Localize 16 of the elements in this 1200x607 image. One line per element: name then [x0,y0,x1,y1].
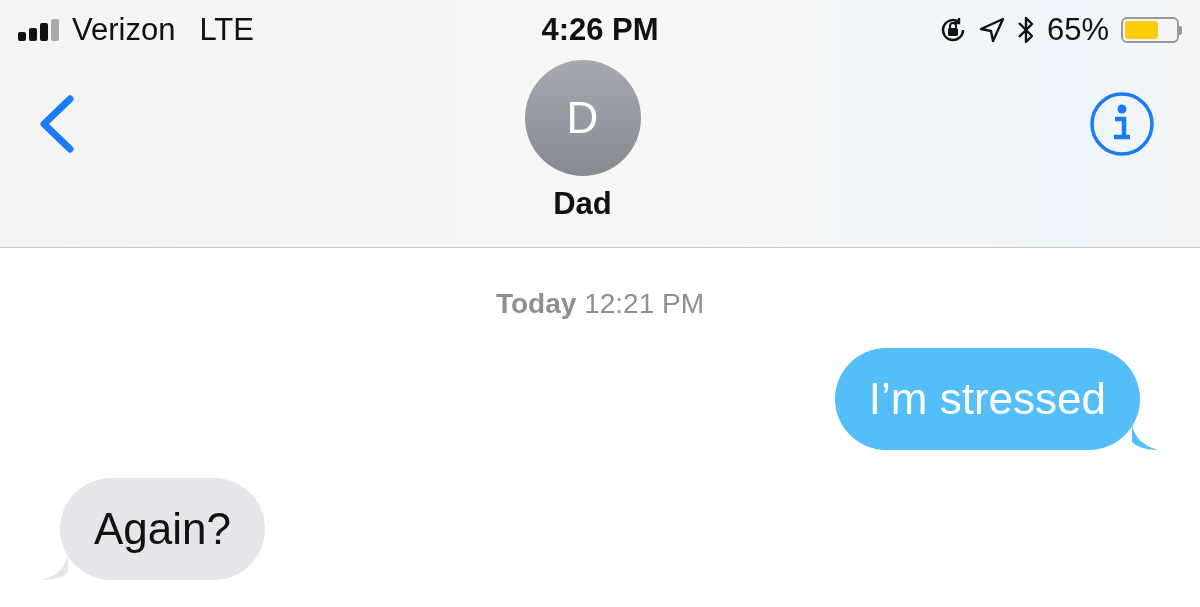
bluetooth-icon [1016,15,1035,45]
message-bubble: Again? [60,478,265,580]
bubble-tail [1132,424,1158,450]
contact-name[interactable]: Dad [553,186,612,222]
battery-icon [1121,17,1182,43]
timestamp: Today 12:21 PM [495,288,705,320]
carrier-name: Verizon [72,12,176,48]
info-icon[interactable] [1089,91,1155,157]
network-type: LTE [199,12,254,48]
back-chevron-icon[interactable] [38,95,76,153]
battery-percent: 65% [1046,12,1109,48]
signal-icon [18,19,62,41]
location-arrow-icon [978,17,1005,43]
bubble-tail [42,554,68,580]
clock-time: 4:26 PM [541,12,659,48]
message-bubble: I’m stressed [834,348,1140,450]
